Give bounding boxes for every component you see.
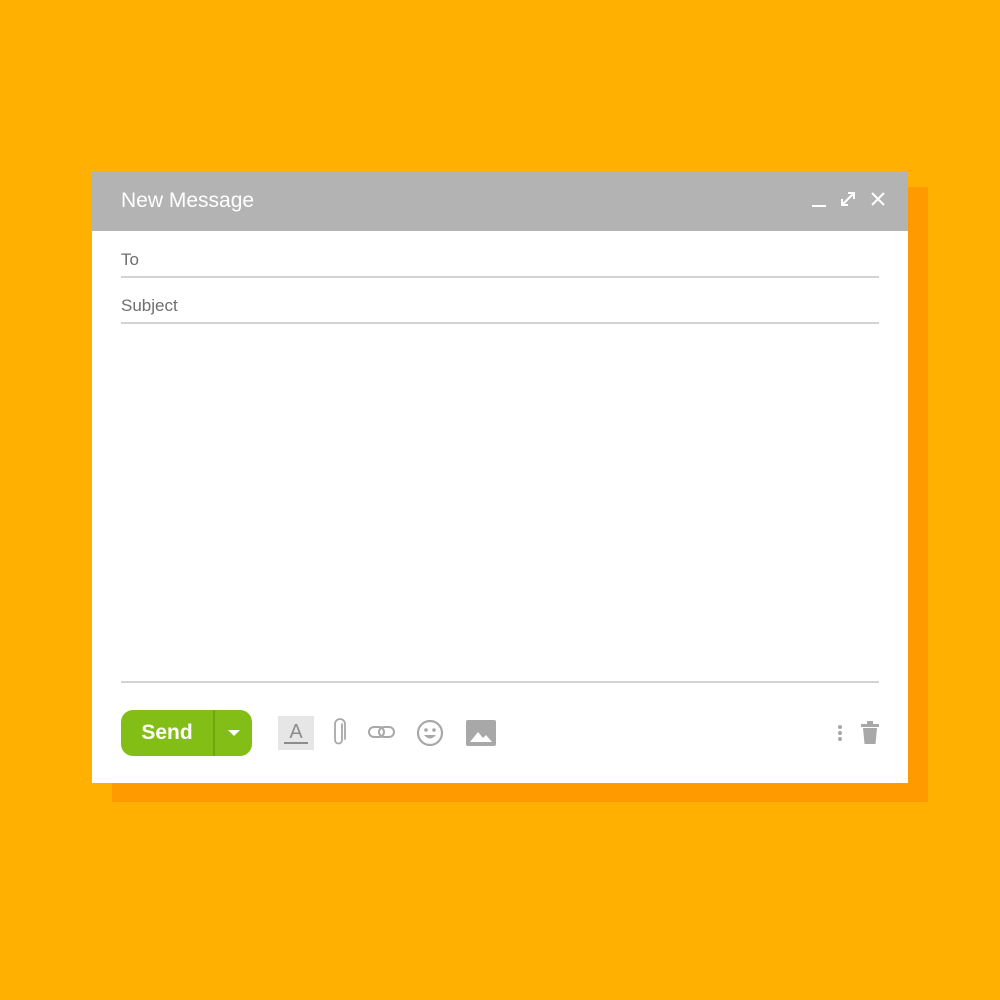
insert-image-button[interactable] xyxy=(465,716,497,750)
window-title: New Message xyxy=(121,189,255,212)
trash-icon xyxy=(861,721,879,744)
send-button-group: Send xyxy=(121,710,252,756)
subject-field: Subject xyxy=(121,286,879,324)
attach-button[interactable] xyxy=(332,716,348,750)
compose-window: New Message To Subject Send A xyxy=(92,171,908,783)
more-vertical-icon xyxy=(838,725,842,741)
send-button[interactable]: Send xyxy=(121,710,213,756)
paperclip-icon xyxy=(334,718,346,745)
more-options-button[interactable] xyxy=(834,716,846,750)
message-body[interactable] xyxy=(121,335,879,679)
insert-emoji-button[interactable] xyxy=(415,716,445,750)
to-input[interactable] xyxy=(201,246,879,272)
formatting-button[interactable]: A xyxy=(278,716,314,750)
image-icon xyxy=(466,720,496,746)
close-icon xyxy=(871,192,885,206)
to-label: To xyxy=(121,250,139,269)
link-icon xyxy=(368,726,395,738)
svg-text:A: A xyxy=(289,721,303,743)
expand-button[interactable] xyxy=(837,188,859,210)
expand-icon xyxy=(841,192,855,206)
footer-divider xyxy=(121,681,879,683)
text-format-icon: A xyxy=(278,716,314,750)
insert-link-button[interactable] xyxy=(367,716,397,750)
chevron-down-icon xyxy=(228,730,240,736)
subject-input[interactable] xyxy=(201,292,879,318)
minimize-button[interactable] xyxy=(808,188,830,210)
minimize-icon xyxy=(812,205,826,207)
emoji-icon xyxy=(416,719,444,747)
title-bar: New Message xyxy=(92,171,908,231)
close-button[interactable] xyxy=(867,188,889,210)
send-options-button[interactable] xyxy=(215,710,252,756)
subject-label: Subject xyxy=(121,296,178,315)
discard-draft-button[interactable] xyxy=(860,716,880,750)
to-field: To xyxy=(121,240,879,278)
